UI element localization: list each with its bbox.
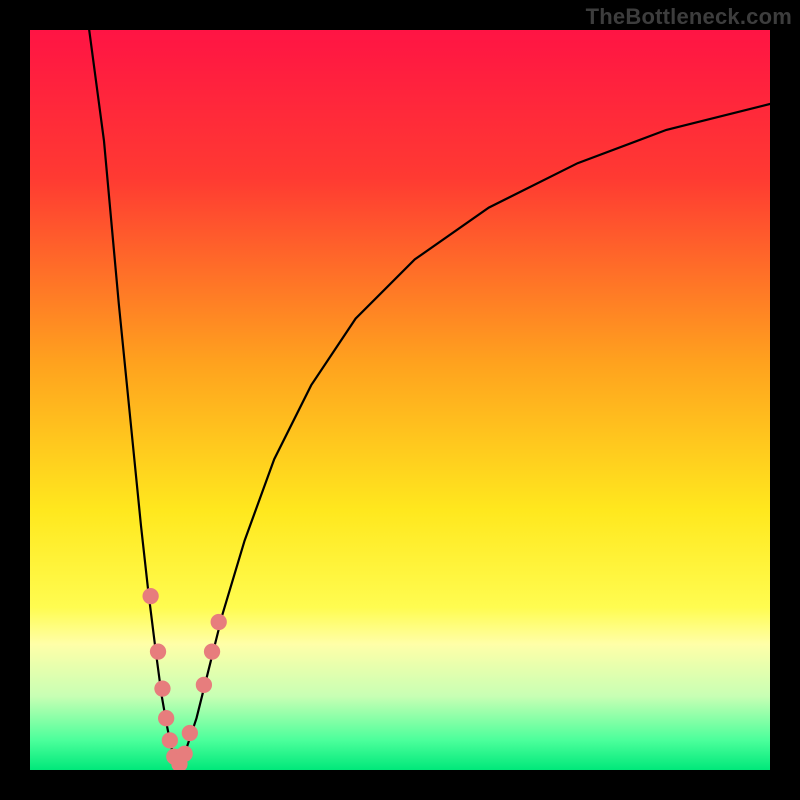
marker-dot bbox=[158, 710, 174, 726]
marker-dots bbox=[142, 588, 226, 770]
marker-dot bbox=[204, 643, 220, 659]
marker-dot bbox=[142, 588, 158, 604]
marker-dot bbox=[196, 677, 212, 693]
curve-layer bbox=[30, 30, 770, 770]
marker-dot bbox=[162, 732, 178, 748]
marker-dot bbox=[150, 643, 166, 659]
marker-dot bbox=[177, 746, 193, 762]
plot-area bbox=[30, 30, 770, 770]
right-branch-curve bbox=[178, 104, 770, 769]
chart-frame: TheBottleneck.com bbox=[0, 0, 800, 800]
watermark-text: TheBottleneck.com bbox=[586, 4, 792, 30]
marker-dot bbox=[211, 614, 227, 630]
marker-dot bbox=[182, 725, 198, 741]
marker-dot bbox=[154, 680, 170, 696]
left-branch-curve bbox=[89, 30, 178, 769]
